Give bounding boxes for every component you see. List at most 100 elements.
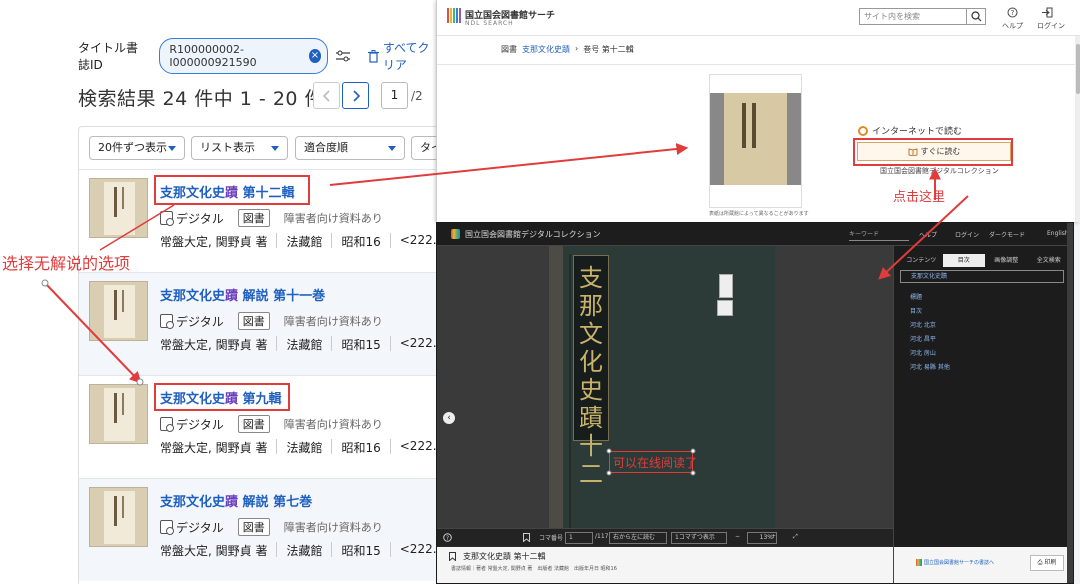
viewer-header: 国立国会図書館デジタルコレクション キーワード ヘルプ ログイン ダークモード … bbox=[437, 223, 1073, 246]
digital-icon bbox=[160, 211, 174, 226]
tab-fulltext-search[interactable]: 全文検索 bbox=[1028, 254, 1071, 267]
digital-icon bbox=[160, 417, 174, 432]
next-page-button[interactable] bbox=[342, 82, 369, 109]
view-mode-select[interactable]: リスト表示 bbox=[191, 136, 288, 160]
koma-total: /117 bbox=[595, 533, 609, 540]
result-summary: 検索結果 24 件中 1 - 20 件 bbox=[78, 88, 325, 110]
help-icon[interactable]: ? bbox=[1007, 7, 1018, 18]
access-note: 障害者向け資料あり bbox=[283, 212, 383, 225]
page-mode-select[interactable]: 1コマずつ表示 bbox=[671, 532, 727, 544]
print-button[interactable]: ⎙ 印刷 bbox=[1030, 555, 1064, 571]
bookmark-icon[interactable] bbox=[449, 552, 456, 561]
page-number-input[interactable]: 1 bbox=[381, 82, 408, 109]
online-section: インターネットで読む bbox=[858, 124, 962, 137]
scrollbar[interactable] bbox=[1075, 36, 1080, 222]
clear-all-button[interactable]: すべてクリア bbox=[367, 39, 440, 73]
koma-label: コマ番号 bbox=[539, 535, 564, 542]
zoom-in-icon[interactable]: + bbox=[771, 533, 776, 540]
toc-item[interactable]: 目次 bbox=[910, 306, 922, 315]
highlight-box-read-now bbox=[853, 138, 1013, 166]
scrollbar[interactable] bbox=[1067, 223, 1073, 583]
prev-page-button[interactable] bbox=[313, 82, 340, 109]
collection-label[interactable]: 国立国会図書館デジタルコレクション bbox=[880, 166, 999, 176]
language-link[interactable]: English bbox=[1047, 230, 1069, 237]
result-meta: デジタル 図書 障害者向け資料あり bbox=[160, 209, 383, 227]
book-title-label: 支那文化史蹟 十二 bbox=[573, 255, 609, 488]
toc-item[interactable]: 標題 bbox=[910, 292, 922, 301]
help-label[interactable]: ヘルプ bbox=[1002, 21, 1023, 31]
result-title[interactable]: 支那文化史蹟 解説 第七巻 bbox=[160, 491, 312, 510]
access-note: 障害者向け資料あり bbox=[283, 521, 383, 534]
tab-toc[interactable]: 目次 bbox=[942, 254, 985, 267]
highlight-box-vol9 bbox=[154, 383, 290, 411]
result-thumbnail[interactable] bbox=[89, 281, 148, 341]
result-meta: デジタル 図書 障害者向け資料あり bbox=[160, 415, 383, 433]
crumb-books[interactable]: 図書 bbox=[501, 44, 517, 55]
login-label[interactable]: ログイン bbox=[1037, 21, 1065, 31]
filter-chip[interactable]: R100000002-I000000921590 × bbox=[159, 38, 328, 74]
info-icon[interactable]: ? bbox=[443, 533, 452, 542]
sidebar-tabs: コンテンツ 目次 画像調整 全文検索 bbox=[900, 254, 1070, 267]
result-thumbnail[interactable] bbox=[89, 384, 148, 444]
result-title[interactable]: 支那文化史蹟 解説 第十一巻 bbox=[160, 285, 325, 304]
toc-item[interactable]: 河北 房山 bbox=[910, 348, 936, 357]
ndl-logo-icon bbox=[916, 559, 922, 566]
book-title-text: 支那文化史蹟 十二 bbox=[579, 264, 603, 488]
viewer-toolbar: ? コマ番号 1 /117 右から左に読む 1コマずつ表示 − 13% + ⤢ bbox=[437, 528, 893, 546]
cover-image[interactable] bbox=[709, 74, 802, 208]
result-meta: デジタル 図書 障害者向け資料あり bbox=[160, 518, 383, 536]
type-badge: 図書 bbox=[237, 518, 270, 536]
toc-item[interactable]: 河北 昌平 bbox=[910, 334, 936, 343]
online-label: インターネットで読む bbox=[872, 127, 963, 137]
crumb-series[interactable]: 支那文化史蹟 bbox=[522, 44, 570, 55]
chevron-down-icon bbox=[271, 146, 279, 151]
chevron-down-icon bbox=[388, 146, 396, 151]
view-mode-value: リスト表示 bbox=[200, 141, 255, 154]
viewer-brand[interactable]: 国立国会図書館デジタルコレクション bbox=[465, 229, 601, 240]
search-icon[interactable] bbox=[966, 9, 985, 24]
toc-item[interactable]: 河北 北京 bbox=[910, 320, 936, 329]
sort-select[interactable]: 適合度順 bbox=[295, 136, 405, 160]
result-author: 常盤大定, 関野貞 著法藏館昭和15<222.002-To bbox=[160, 542, 440, 558]
sort-value: 適合度順 bbox=[304, 141, 348, 154]
fullscreen-icon[interactable]: ⤢ bbox=[793, 533, 798, 541]
result-author: 常盤大定, 関野貞 著法藏館昭和15<222.002-To bbox=[160, 336, 440, 352]
dark-mode-toggle[interactable]: ダークモード bbox=[989, 230, 1025, 239]
result-author: 常盤大定, 関野貞 著法藏館昭和16<222.002-To bbox=[160, 233, 440, 249]
ndl-brand-en: NDL SEARCH bbox=[465, 20, 514, 27]
chevron-left-icon bbox=[322, 89, 330, 102]
result-item-2[interactable]: 支那文化史蹟 解説 第十一巻 デジタル 図書 障害者向け資料あり 常盤大定, 関野貞… bbox=[79, 272, 440, 375]
result-thumbnail[interactable] bbox=[89, 487, 148, 547]
toc-root[interactable]: 支那文化史蹟 bbox=[900, 270, 1064, 283]
page-image-area[interactable]: ‹ 支那文化史蹟 十二 bbox=[437, 246, 893, 528]
bibliography-bar: 支那文化史蹟 第十二輯 書誌情報｜著者 常盤大定, 関野貞 著 出版者 法藏館 … bbox=[437, 547, 893, 583]
digital-icon bbox=[160, 520, 174, 535]
toc-item[interactable]: 河北 易縣 其他 bbox=[910, 362, 950, 371]
bookmark-icon[interactable] bbox=[523, 533, 530, 542]
result-thumbnail[interactable] bbox=[89, 178, 148, 238]
ndl-search-link[interactable]: 国立国会図書館サーチの書誌へ bbox=[924, 559, 994, 566]
bottom-meta: 書誌情報｜著者 常盤大定, 関野貞 著 出版者 法藏館 出版年月日 昭和16 bbox=[451, 566, 617, 572]
filter-settings-icon[interactable] bbox=[335, 50, 350, 62]
result-item-4[interactable]: 支那文化史蹟 解説 第七巻 デジタル 図書 障害者向け資料あり 常盤大定, 関野貞 … bbox=[79, 478, 440, 581]
login-icon[interactable] bbox=[1042, 7, 1053, 18]
bottom-title: 支那文化史蹟 第十二輯 bbox=[463, 552, 546, 561]
koma-input[interactable]: 1 bbox=[565, 532, 593, 544]
library-sticker bbox=[717, 300, 733, 316]
trash-icon bbox=[367, 49, 379, 63]
per-page-select[interactable]: 20件ずつ表示 bbox=[89, 136, 185, 160]
prev-page-icon[interactable]: ‹ bbox=[443, 412, 455, 424]
tab-image-adjust[interactable]: 画像調整 bbox=[985, 254, 1028, 267]
breadcrumb: 図書 支那文化史蹟 › 巻号 第十二輯 bbox=[501, 44, 634, 55]
page-total: /2 bbox=[411, 89, 423, 103]
zoom-out-icon[interactable]: − bbox=[735, 533, 740, 540]
viewer-search-input[interactable]: キーワード bbox=[849, 229, 909, 241]
filter-chip-label: R100000002-I000000921590 bbox=[169, 43, 257, 69]
tab-contents[interactable]: コンテンツ bbox=[900, 254, 943, 267]
reading-direction-select[interactable]: 右から左に読む bbox=[609, 532, 667, 544]
remove-filter-icon[interactable]: × bbox=[309, 49, 321, 63]
viewer-login-link[interactable]: ログイン bbox=[955, 230, 979, 239]
library-sticker bbox=[719, 274, 733, 298]
filter-label: タイトル書誌ID bbox=[78, 41, 139, 72]
viewer-help-link[interactable]: ヘルプ bbox=[919, 230, 937, 239]
